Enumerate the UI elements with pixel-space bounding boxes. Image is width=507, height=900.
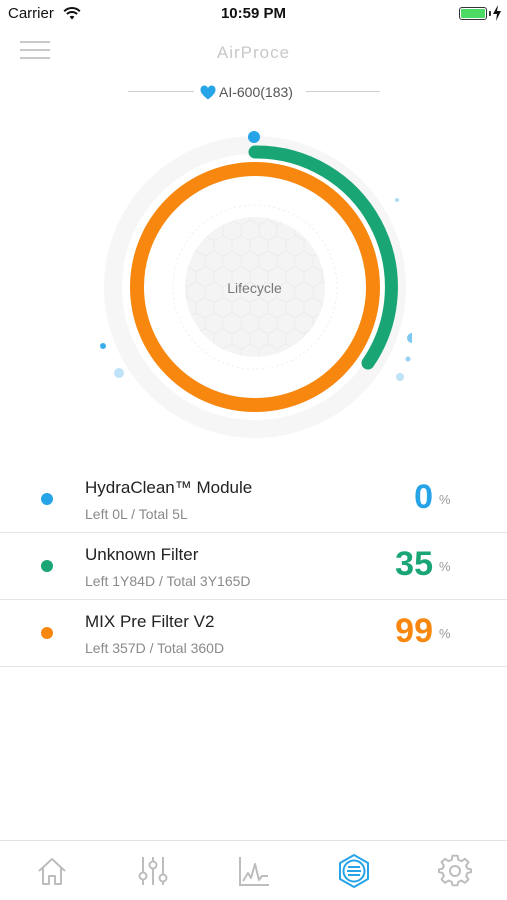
gauge-center-label: Lifecycle xyxy=(227,280,282,296)
chart-icon xyxy=(239,857,269,886)
filter-row-hydraclean[interactable]: HydraClean™ Module Left 0L / Total 5L 0 … xyxy=(0,466,507,533)
clock: 10:59 PM xyxy=(220,5,287,22)
device-name: AI-600(183) xyxy=(219,84,293,100)
filter-row-unknown[interactable]: Unknown Filter Left 1Y84D / Total 3Y165D… xyxy=(0,533,507,600)
home-icon xyxy=(38,858,66,885)
tab-filters[interactable] xyxy=(334,852,374,890)
lifecycle-gauge: Lifecycle xyxy=(62,127,435,447)
percent-unit: % xyxy=(439,626,451,641)
status-dot xyxy=(41,560,53,572)
app-title: AirProce xyxy=(216,43,291,62)
battery-cap xyxy=(489,11,491,16)
sliders-icon xyxy=(138,857,168,885)
heart-icon xyxy=(200,85,216,99)
filter-row-mix-pre[interactable]: MIX Pre Filter V2 Left 357D / Total 360D… xyxy=(0,600,507,667)
filter-name: HydraClean™ Module xyxy=(85,478,253,497)
battery-icon xyxy=(459,7,487,20)
filter-detail: Left 1Y84D / Total 3Y165D xyxy=(85,573,251,589)
status-dot xyxy=(41,493,53,505)
filter-name: Unknown Filter xyxy=(85,545,199,564)
percent-unit: % xyxy=(439,559,451,574)
tab-settings[interactable] xyxy=(435,852,475,890)
filter-percent: 99 xyxy=(395,612,433,650)
divider-left xyxy=(128,91,194,92)
device-header: AI-600(183) xyxy=(128,80,380,104)
status-dot xyxy=(41,627,53,639)
filter-percent: 0 xyxy=(414,478,433,516)
filter-detail: Left 357D / Total 360D xyxy=(85,640,225,656)
gear-icon xyxy=(438,854,472,887)
tab-controls[interactable] xyxy=(133,852,173,890)
device-selector[interactable]: AI-600(183) xyxy=(200,82,293,102)
hydraclean-indicator xyxy=(248,131,260,143)
filter-percent: 35 xyxy=(395,545,433,583)
divider-right xyxy=(306,91,380,92)
tab-history[interactable] xyxy=(234,852,274,890)
tab-bar xyxy=(0,840,507,900)
status-bar: Carrier 10:59 PM xyxy=(0,0,507,28)
filter-list: HydraClean™ Module Left 0L / Total 5L 0 … xyxy=(0,466,507,667)
tab-home[interactable] xyxy=(32,852,72,890)
filter-detail: Left 0L / Total 5L xyxy=(85,506,188,522)
charging-icon xyxy=(493,5,501,21)
filter-icon xyxy=(339,854,369,888)
filter-name: MIX Pre Filter V2 xyxy=(85,612,215,631)
percent-unit: % xyxy=(439,492,451,507)
